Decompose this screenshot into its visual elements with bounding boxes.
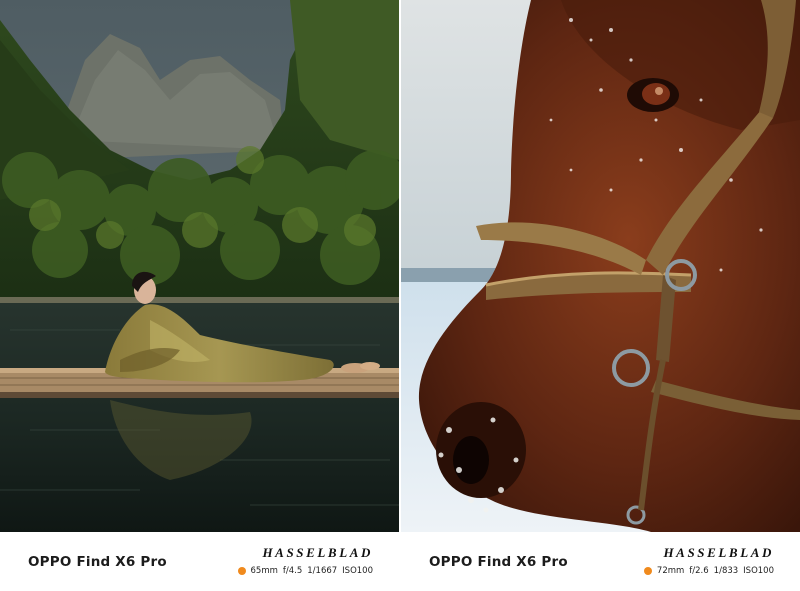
- left-photo-caption: OPPO Find X6 Pro HASSELBLAD 65mm f/4.5 1…: [0, 532, 399, 591]
- right-photo-card: OPPO Find X6 Pro HASSELBLAD 72mm f/2.6 1…: [401, 0, 800, 591]
- exif-info: 65mm f/4.5 1/1667 ISO100: [237, 566, 373, 576]
- camera-model-label: OPPO Find X6 Pro: [28, 554, 167, 570]
- iso: ISO100: [743, 566, 774, 576]
- orange-dot-icon: [237, 567, 246, 575]
- iso: ISO100: [342, 566, 373, 576]
- orange-dot-icon: [643, 567, 652, 575]
- woman-on-raft-photo: [0, 0, 399, 532]
- right-photo-caption: OPPO Find X6 Pro HASSELBLAD 72mm f/2.6 1…: [401, 532, 800, 591]
- photo-comparison: OPPO Find X6 Pro HASSELBLAD 65mm f/4.5 1…: [0, 0, 800, 591]
- focal-length: 65mm: [250, 566, 278, 576]
- camera-model-label: OPPO Find X6 Pro: [429, 554, 568, 570]
- focal-length: 72mm: [656, 566, 685, 576]
- exif-info: 72mm f/2.6 1/833 ISO100: [643, 566, 774, 576]
- horse-portrait-photo: [401, 0, 800, 532]
- shutter-speed: 1/833: [713, 566, 739, 576]
- aperture: f/2.6: [689, 566, 709, 576]
- hasselblad-logo: HASSELBLAD: [663, 545, 774, 560]
- aperture: f/4.5: [282, 566, 303, 576]
- left-photo-card: OPPO Find X6 Pro HASSELBLAD 65mm f/4.5 1…: [0, 0, 399, 591]
- shutter-speed: 1/1667: [307, 566, 338, 576]
- hasselblad-logo: HASSELBLAD: [262, 545, 373, 560]
